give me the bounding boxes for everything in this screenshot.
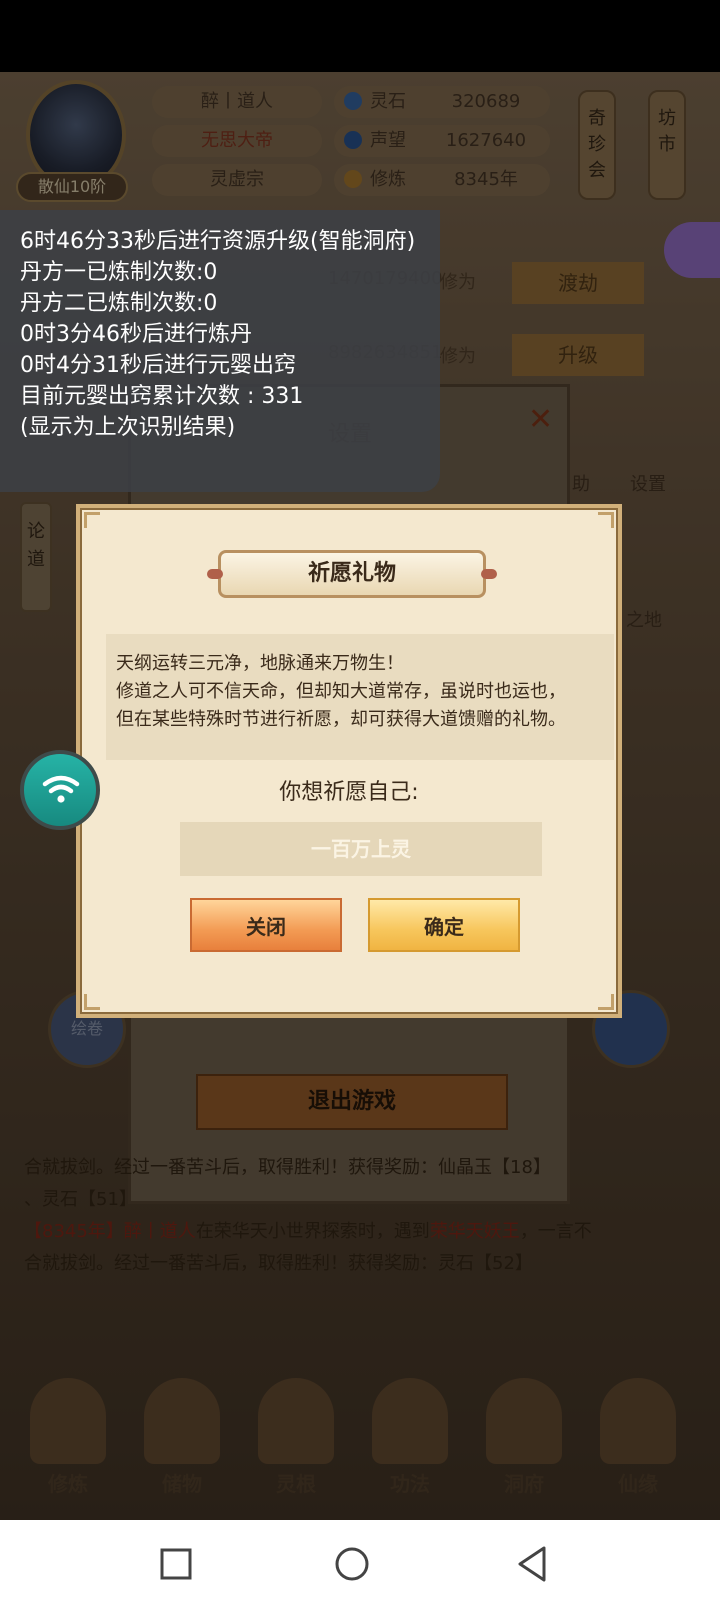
system-nav-bar <box>0 1520 720 1605</box>
dialog-title: 祈愿礼物 <box>307 561 396 586</box>
close-button[interactable]: 关闭 <box>190 898 342 952</box>
overlay-line: 目前元婴出窍累计次数 : 331 <box>20 384 304 409</box>
game-screen: 散仙10阶 醉丨道人 无思大帝 灵虚宗 灵石 320689 声望 1627640 修… <box>0 72 720 1520</box>
overlay-line: 0时4分31秒后进行元婴出窍 <box>20 353 296 378</box>
wifi-icon <box>42 775 80 803</box>
overlay-line: 6时46分33秒后进行资源升级(智能洞府) <box>20 229 416 254</box>
description-line: 天纲运转三元净，地脉通来万物生！ <box>116 653 404 674</box>
description-line: 但在某些特殊时节进行祈愿，却可获得大道馈赠的礼物。 <box>116 709 566 730</box>
description-line: 修道之人可不信天命，但却知大道常存，虽说时也运也， <box>116 681 566 702</box>
wish-prompt: 你想祈愿自己: <box>279 780 419 805</box>
dialog-description: 天纲运转三元净，地脉通来万物生！ 修道之人可不信天命，但却知大道常存，虽说时也运… <box>106 634 614 760</box>
dialog-corner <box>598 512 614 528</box>
dialog-corner <box>598 994 614 1010</box>
home-icon[interactable] <box>332 1544 372 1584</box>
helper-info-overlay: 6时46分33秒后进行资源升级(智能洞府) 丹方一已炼制次数:0 丹方二已炼制次… <box>0 210 440 492</box>
floating-wifi-button[interactable] <box>20 750 100 830</box>
dialog-corner <box>84 512 100 528</box>
overlay-line: 0时3分46秒后进行炼丹 <box>20 322 252 347</box>
overlay-line: 丹方一已炼制次数:0 <box>20 260 218 285</box>
overlay-line: 丹方二已炼制次数:0 <box>20 291 218 316</box>
overlay-line: (显示为上次识别结果) <box>20 415 236 440</box>
status-bar <box>0 0 720 72</box>
dialog-title-banner: 祈愿礼物 <box>207 550 497 598</box>
confirm-button[interactable]: 确定 <box>368 898 520 952</box>
banner-knob <box>481 569 497 579</box>
back-icon[interactable] <box>512 1544 552 1584</box>
wish-input[interactable]: 一百万上灵 <box>180 822 542 876</box>
recent-apps-icon[interactable] <box>156 1544 196 1584</box>
dialog-corner <box>84 994 100 1010</box>
wish-gift-dialog: 祈愿礼物 天纲运转三元净，地脉通来万物生！ 修道之人可不信天命，但却知大道常存，… <box>76 504 622 1018</box>
